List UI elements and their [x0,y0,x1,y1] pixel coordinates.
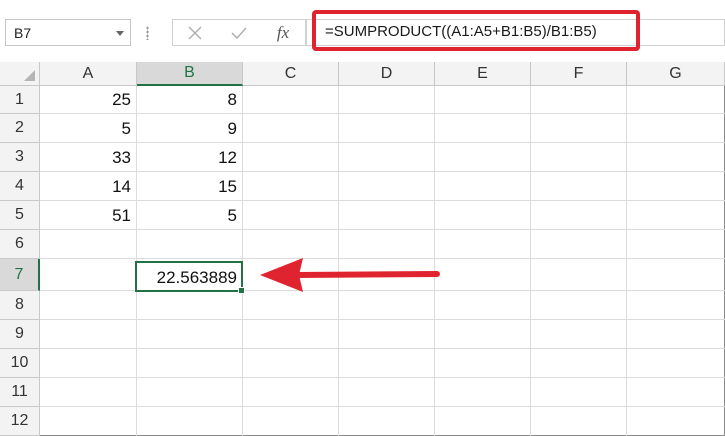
row-header-11[interactable]: 11 [0,378,40,407]
arrow-head-icon [260,258,303,292]
cell-b5[interactable]: 5 [137,202,243,230]
active-cell-b7[interactable]: 22.563889 [135,261,245,294]
formula-text: =SUMPRODUCT((A1:A5+B1:B5)/B1:B5) [325,23,597,40]
resize-handle[interactable] [146,26,149,40]
chevron-down-icon[interactable] [116,31,124,36]
row-header-4[interactable]: 4 [0,172,40,201]
insert-function-button[interactable]: fx [267,20,299,45]
cell-a5[interactable]: 51 [40,202,137,230]
row-header-7[interactable]: 7 [0,259,40,291]
cell-a2[interactable]: 5 [40,115,137,143]
check-icon [231,26,247,39]
name-box-value: B7 [14,25,32,41]
cancel-button[interactable] [179,20,211,45]
column-header-f[interactable]: F [531,62,627,86]
column-header-b[interactable]: B [137,62,243,86]
row-header-3[interactable]: 3 [0,143,40,172]
row-header-5[interactable]: 5 [0,201,40,230]
cell-b4[interactable]: 15 [137,173,243,201]
column-header-d[interactable]: D [339,62,435,86]
cell-a4[interactable]: 14 [40,173,137,201]
row-header-8[interactable]: 8 [0,291,40,320]
column-header-g[interactable]: G [627,62,725,86]
cell-a3[interactable]: 33 [40,144,137,172]
close-icon [188,25,202,40]
select-all-button[interactable] [0,62,40,86]
cell-b1[interactable]: 8 [137,86,243,114]
row-header-2[interactable]: 2 [0,114,40,143]
gridline [40,319,725,320]
column-header-c[interactable]: C [243,62,339,86]
select-all-icon [24,70,35,81]
arrow-shaft [292,271,440,278]
gridline [626,86,627,436]
gridline [40,406,725,407]
column-header-a[interactable]: A [40,62,137,86]
arrow-annotation [260,258,440,292]
formula-buttons: fx [172,19,306,46]
gridline [40,348,725,349]
cell-a1[interactable]: 25 [40,86,137,114]
row-header-12[interactable]: 12 [0,407,40,436]
column-header-e[interactable]: E [435,62,531,86]
gridline [530,86,531,436]
function-icon: fx [276,22,290,42]
name-box[interactable]: B7 [5,19,131,46]
enter-button[interactable] [223,20,255,45]
fill-handle[interactable] [238,287,245,294]
row-header-9[interactable]: 9 [0,320,40,349]
cell-b7-value: 22.563889 [156,268,237,287]
worksheet-grid: A B C D E F G 1 2 3 4 5 6 7 8 9 10 11 12… [0,62,725,436]
cell-b2[interactable]: 9 [137,115,243,143]
row-header-6[interactable]: 6 [0,230,40,259]
formula-bar: B7 fx =SUMPRODUCT((A1:A5+B1:B5)/B1:B5) [0,0,725,62]
gridline [40,377,725,378]
cell-b3[interactable]: 12 [137,144,243,172]
row-header-1[interactable]: 1 [0,86,40,114]
row-header-10[interactable]: 10 [0,349,40,378]
